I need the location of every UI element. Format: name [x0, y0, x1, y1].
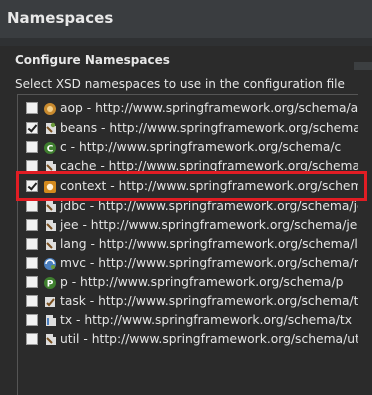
namespace-checkbox[interactable] — [26, 238, 38, 250]
namespace-checkbox[interactable] — [26, 276, 38, 288]
namespace-row[interactable]: task - http://www.springframework.org/sc… — [18, 292, 358, 311]
namespace-checkbox[interactable] — [26, 257, 38, 269]
namespace-label: lang - http://www.springframework.org/sc… — [60, 237, 358, 251]
jdbc-icon — [43, 199, 57, 214]
tx-icon — [43, 313, 57, 328]
namespace-label: context - http://www.springframework.org… — [60, 179, 358, 193]
namespace-row[interactable]: Cc - http://www.springframework.org/sche… — [18, 138, 358, 157]
svg-text:C: C — [47, 145, 54, 155]
namespace-row[interactable]: context - http://www.springframework.org… — [18, 177, 358, 196]
namespace-checkbox[interactable] — [26, 314, 38, 326]
namespace-checkbox[interactable] — [26, 295, 38, 307]
jee-icon — [43, 218, 57, 233]
namespace-row[interactable]: aop - http://www.springframework.org/sch… — [18, 99, 358, 118]
namespace-row[interactable]: Pp - http://www.springframework.org/sche… — [18, 273, 358, 292]
namespace-row[interactable]: util - http://www.springframework.org/sc… — [18, 330, 358, 349]
namespace-row[interactable]: cache - http://www.springframework.org/s… — [18, 157, 358, 176]
namespace-label: p - http://www.springframework.org/schem… — [60, 275, 344, 289]
aop-bean-icon — [43, 101, 57, 116]
namespace-label: util - http://www.springframework.org/sc… — [60, 332, 358, 346]
util-icon — [43, 332, 57, 347]
p-namespace-icon: P — [43, 275, 57, 290]
namespace-checkbox[interactable] — [26, 333, 38, 345]
namespace-label: jdbc - http://www.springframework.org/sc… — [60, 199, 358, 213]
title-bar: Namespaces — [0, 0, 372, 39]
namespace-checkbox[interactable] — [26, 141, 38, 153]
namespace-row[interactable]: tx - http://www.springframework.org/sche… — [18, 311, 358, 330]
section-title: Configure Namespaces — [15, 53, 170, 67]
mvc-icon — [43, 256, 57, 271]
namespace-checkbox[interactable] — [26, 200, 38, 212]
namespace-row[interactable]: beans - http://www.springframework.org/s… — [18, 119, 358, 138]
namespace-row[interactable]: lang - http://www.springframework.org/sc… — [18, 235, 358, 254]
namespace-label: mvc - http://www.springframework.org/sch… — [60, 256, 358, 270]
lang-icon — [43, 237, 57, 252]
task-icon — [43, 294, 57, 309]
namespace-label: task - http://www.springframework.org/sc… — [60, 294, 358, 308]
namespace-label: aop - http://www.springframework.org/sch… — [60, 101, 358, 115]
separator — [0, 38, 372, 46]
svg-text:P: P — [47, 280, 54, 290]
namespace-checkbox[interactable] — [26, 180, 38, 192]
namespace-label: jee - http://www.springframework.org/sch… — [60, 218, 358, 232]
namespace-label: tx - http://www.springframework.org/sche… — [60, 313, 352, 327]
namespace-checkbox[interactable] — [26, 160, 38, 172]
namespace-label: c - http://www.springframework.org/schem… — [60, 140, 342, 154]
namespace-row[interactable]: jdbc - http://www.springframework.org/sc… — [18, 197, 358, 216]
namespace-list[interactable]: aop - http://www.springframework.org/sch… — [17, 94, 358, 395]
c-namespace-icon: C — [43, 140, 57, 155]
collapse-handle[interactable] — [354, 62, 372, 70]
namespace-row[interactable]: jee - http://www.springframework.org/sch… — [18, 216, 358, 235]
namespace-label: beans - http://www.springframework.org/s… — [60, 121, 358, 135]
namespace-checkbox[interactable] — [26, 219, 38, 231]
beans-icon — [43, 121, 57, 136]
window-title: Namespaces — [7, 9, 114, 27]
namespace-checkbox[interactable] — [26, 102, 38, 114]
context-icon — [43, 179, 57, 194]
cache-icon — [43, 159, 57, 174]
namespace-row[interactable]: mvc - http://www.springframework.org/sch… — [18, 254, 358, 273]
namespace-checkbox[interactable] — [26, 122, 38, 134]
section-description: Select XSD namespaces to use in the conf… — [15, 77, 345, 91]
namespace-label: cache - http://www.springframework.org/s… — [60, 159, 358, 173]
